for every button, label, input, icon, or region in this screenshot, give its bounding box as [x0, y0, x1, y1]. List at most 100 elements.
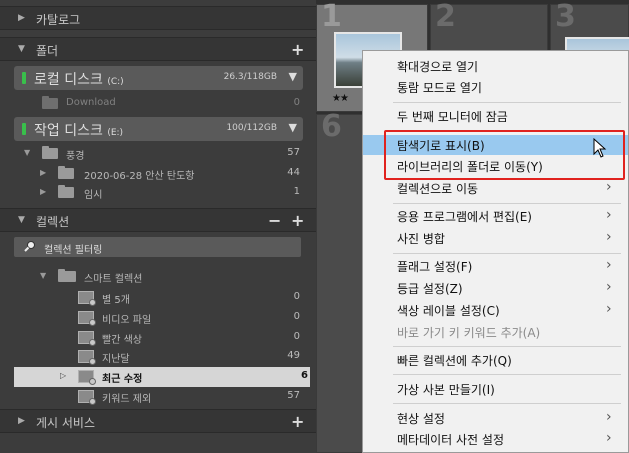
collection-filter-placeholder: 컬렉션 필터링 — [44, 245, 103, 256]
catalog-header[interactable]: ▶ 카탈로그 — [0, 6, 316, 30]
collection-name: 지난달 — [102, 354, 130, 365]
menu-item-lock-second-monitor[interactable]: 두 번째 모니터에 잠금 — [363, 106, 628, 126]
smart-collection-icon — [78, 311, 96, 326]
menu-item-set-color-label[interactable]: 색상 레이블 설정(C) › — [363, 300, 628, 320]
submenu-arrow-icon: › — [606, 409, 612, 425]
menu-item-create-virtual-copy[interactable]: 가상 사본 만들기(I) — [363, 379, 628, 399]
expand-triangle-icon[interactable]: ▶ — [18, 13, 25, 23]
left-panel: ▶ 카탈로그 ▼ 폴더 + 로컬 디스크 (C:) 26.3/118GB ▼ D… — [0, 0, 316, 453]
menu-item-go-to-collection[interactable]: 컬렉션으로 이동 › — [363, 178, 628, 198]
folder-name: 2020-06-28 안산 탄도항 — [84, 171, 195, 182]
add-collection-icon[interactable]: + — [291, 211, 304, 230]
disk-size: 26.3/118GB — [223, 72, 277, 82]
expand-triangle-icon[interactable]: ▷ — [60, 371, 66, 380]
menu-item-set-flag[interactable]: 플래그 설정(F) › — [363, 256, 628, 276]
folder-count: 44 — [287, 167, 300, 178]
disk-name: 로컬 디스크 — [34, 72, 103, 88]
star-rating[interactable]: ★★ — [332, 93, 349, 104]
folder-name: 임시 — [84, 190, 103, 201]
context-menu: 확대경으로 열기 통람 모드로 열기 두 번째 모니터에 잠금 탐색기로 표시(… — [362, 50, 629, 453]
collapse-triangle-icon[interactable]: ▼ — [18, 44, 25, 54]
smart-collection-icon — [78, 350, 96, 365]
menu-separator — [393, 203, 621, 204]
folders-title: 폴더 — [36, 44, 59, 58]
disk-letter: (E:) — [107, 128, 124, 138]
disk-status-indicator — [22, 72, 26, 84]
annotation-highlight-box — [384, 130, 625, 180]
folder-icon — [58, 185, 74, 198]
collection-name: 빨간 색상 — [102, 335, 142, 346]
disk-name: 작업 디스크 — [34, 123, 103, 139]
expand-triangle-icon[interactable]: ▶ — [40, 168, 46, 177]
disk-c[interactable]: 로컬 디스크 (C:) 26.3/118GB ▼ — [14, 66, 303, 90]
collection-count: 6 — [301, 370, 308, 381]
folder-count: 1 — [293, 186, 300, 197]
folder-icon — [58, 166, 74, 179]
submenu-arrow-icon: › — [606, 301, 612, 317]
folder-icon — [42, 96, 58, 109]
disk-letter: (C:) — [107, 77, 124, 87]
smart-collection-item[interactable]: 빨간 색상 0 — [0, 328, 316, 348]
collapse-triangle-icon[interactable]: ▼ — [40, 271, 46, 280]
folder-row[interactable]: ▶ 임시 1 — [0, 183, 316, 203]
folder-row[interactable]: ▶ 2020-06-28 안산 탄도항 44 — [0, 164, 316, 184]
collection-filter-input[interactable]: 컬렉션 필터링 — [14, 237, 301, 257]
disk-dropdown-icon[interactable]: ▼ — [289, 70, 297, 83]
menu-separator — [393, 253, 621, 254]
collapse-triangle-icon[interactable]: ▼ — [24, 148, 30, 157]
smart-collection-icon — [78, 291, 96, 306]
smart-collection-icon — [78, 331, 96, 346]
submenu-arrow-icon: › — [606, 430, 612, 446]
folder-row[interactable]: ▼ 풍경 57 — [0, 144, 316, 164]
disk-dropdown-icon[interactable]: ▼ — [289, 121, 297, 134]
cell-number: 2 — [435, 0, 456, 34]
remove-collection-icon[interactable]: − — [268, 211, 281, 230]
menu-separator — [393, 403, 621, 404]
menu-item-add-quick-collection[interactable]: 빠른 컬렉션에 추가(Q) — [363, 350, 628, 370]
submenu-arrow-icon: › — [606, 229, 612, 245]
folder-row[interactable]: Download 0 — [0, 94, 316, 114]
expand-triangle-icon[interactable]: ▶ — [40, 187, 46, 196]
menu-item-photo-merge[interactable]: 사진 병합 › — [363, 228, 628, 248]
submenu-arrow-icon: › — [606, 279, 612, 295]
catalog-title: 카탈로그 — [36, 13, 81, 27]
menu-item-develop-settings[interactable]: 현상 설정 › — [363, 408, 628, 428]
submenu-arrow-icon: › — [606, 257, 612, 273]
menu-item-open-loupe[interactable]: 확대경으로 열기 — [363, 56, 628, 76]
smart-collection-item[interactable]: 키워드 제외 57 — [0, 387, 316, 407]
collection-name: 키워드 제외 — [102, 394, 152, 405]
add-folder-icon[interactable]: + — [291, 40, 304, 59]
collection-count: 49 — [287, 350, 300, 361]
menu-separator — [393, 346, 621, 347]
collections-header[interactable]: ▼ 컬렉션 − + — [0, 208, 316, 232]
smart-collection-group-name: 스마트 컬렉션 — [84, 274, 143, 285]
collection-name: 최근 수정 — [102, 374, 143, 385]
folder-count: 0 — [293, 97, 300, 108]
expand-triangle-icon[interactable]: ▶ — [18, 416, 25, 426]
add-publish-service-icon[interactable]: + — [291, 412, 304, 431]
disk-status-indicator — [22, 123, 26, 135]
publish-services-header[interactable]: ▶ 게시 서비스 + — [0, 409, 316, 433]
cell-number: 3 — [555, 0, 576, 34]
submenu-arrow-icon: › — [606, 179, 612, 195]
smart-collection-item-selected[interactable]: ▷ 최근 수정 6 — [14, 367, 310, 387]
folders-header[interactable]: ▼ 폴더 + — [0, 37, 316, 61]
smart-collection-group[interactable]: ▼ 스마트 컬렉션 — [0, 267, 316, 287]
smart-collection-item[interactable]: 별 5개 0 — [0, 288, 316, 308]
disk-e[interactable]: 작업 디스크 (E:) 100/112GB ▼ — [14, 117, 303, 141]
smart-collection-item[interactable]: 비디오 파일 0 — [0, 308, 316, 328]
menu-item-open-survey[interactable]: 통람 모드로 열기 — [363, 77, 628, 97]
menu-item-metadata-presets[interactable]: 메타데이터 사전 설정 › — [363, 429, 628, 449]
submenu-arrow-icon: › — [606, 207, 612, 223]
menu-item-edit-in[interactable]: 응용 프로그램에서 편집(E) › — [363, 206, 628, 226]
menu-item-set-rating[interactable]: 등급 설정(Z) › — [363, 278, 628, 298]
collapse-triangle-icon[interactable]: ▼ — [18, 215, 25, 225]
menu-separator — [393, 374, 621, 375]
collection-count: 0 — [293, 311, 300, 322]
folder-icon — [42, 146, 58, 159]
folder-name: Download — [66, 97, 116, 108]
collection-count: 0 — [293, 291, 300, 302]
cell-number: 1 — [321, 0, 342, 34]
smart-collection-item[interactable]: 지난달 49 — [0, 347, 316, 367]
smart-collection-icon — [78, 370, 96, 385]
